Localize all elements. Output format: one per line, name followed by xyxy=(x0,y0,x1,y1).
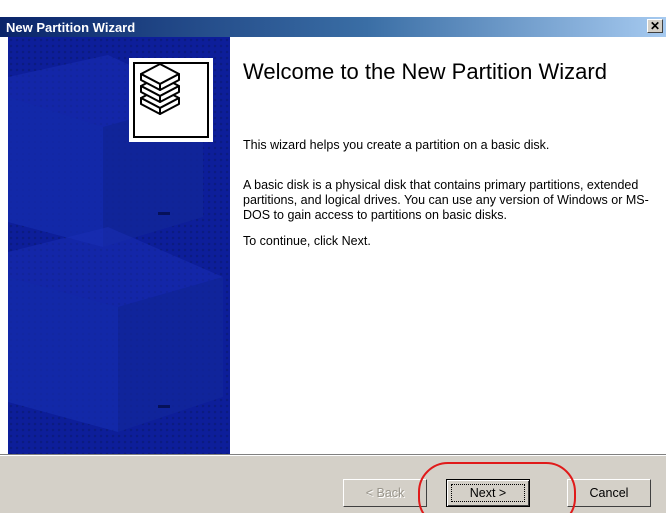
close-icon: ✕ xyxy=(649,19,661,33)
next-button-label: Next > xyxy=(469,486,507,500)
next-button[interactable]: Next > xyxy=(446,479,530,507)
wizard-heading: Welcome to the New Partition Wizard xyxy=(243,59,607,84)
partition-logo xyxy=(129,58,213,142)
intro-text: This wizard helps you create a partition… xyxy=(243,138,550,152)
close-button[interactable]: ✕ xyxy=(647,19,663,33)
continue-instruction: To continue, click Next. xyxy=(243,234,371,248)
wizard-window: New Partition Wizard ✕ Welcome to the Ne… xyxy=(0,0,666,513)
cancel-button[interactable]: Cancel xyxy=(567,479,651,507)
window-title: New Partition Wizard xyxy=(6,20,136,35)
disk-stack-icon xyxy=(140,63,180,115)
wizard-footer: < Back Next > Cancel xyxy=(0,456,666,513)
basic-disk-description: A basic disk is a physical disk that con… xyxy=(243,178,649,222)
wizard-content: Welcome to the New Partition Wizard This… xyxy=(0,37,666,454)
back-button[interactable]: < Back xyxy=(343,479,427,507)
title-bar[interactable]: New Partition Wizard ✕ xyxy=(0,17,666,37)
side-banner xyxy=(8,37,230,454)
